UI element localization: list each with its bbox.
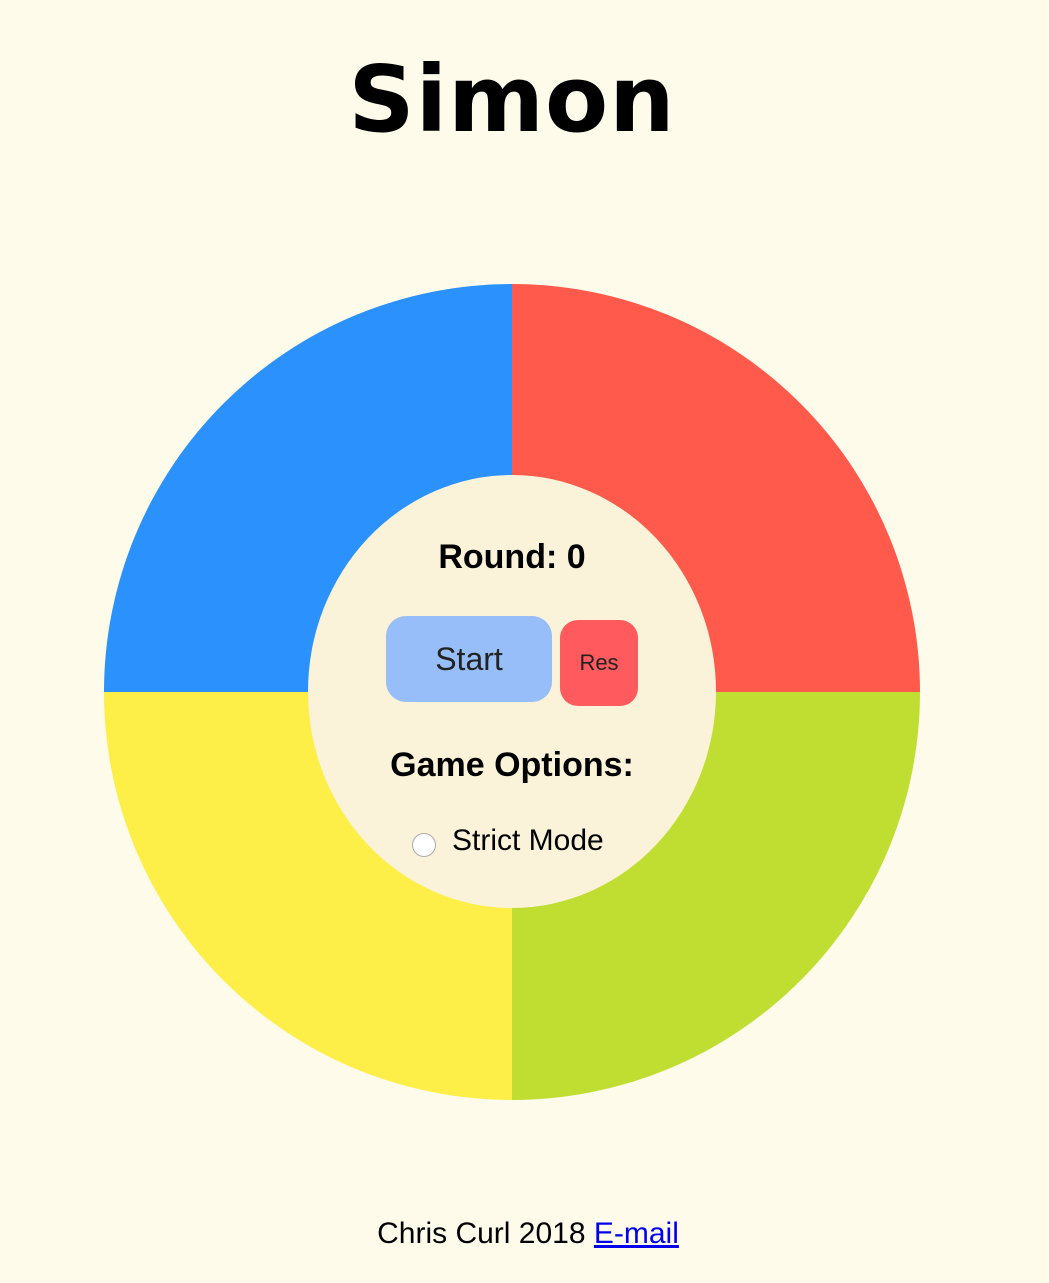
start-button[interactable]: Start bbox=[386, 616, 552, 702]
footer-credit: Chris Curl 2018 bbox=[377, 1217, 586, 1250]
strict-mode-option: Strict Mode bbox=[412, 821, 604, 861]
strict-mode-label: Strict Mode bbox=[452, 824, 604, 857]
strict-mode-radio[interactable] bbox=[412, 833, 436, 857]
email-link[interactable]: E-mail bbox=[594, 1217, 679, 1250]
round-counter: Round: 0 bbox=[438, 538, 586, 576]
game-title: Simon bbox=[348, 46, 676, 153]
control-panel: Round: 0 Start Res Game Options: Strict … bbox=[308, 475, 716, 908]
game-options-heading: Game Options: bbox=[390, 746, 634, 784]
footer: Chris Curl 2018 E-mail bbox=[0, 1214, 1049, 1254]
reset-button[interactable]: Res bbox=[560, 620, 638, 706]
